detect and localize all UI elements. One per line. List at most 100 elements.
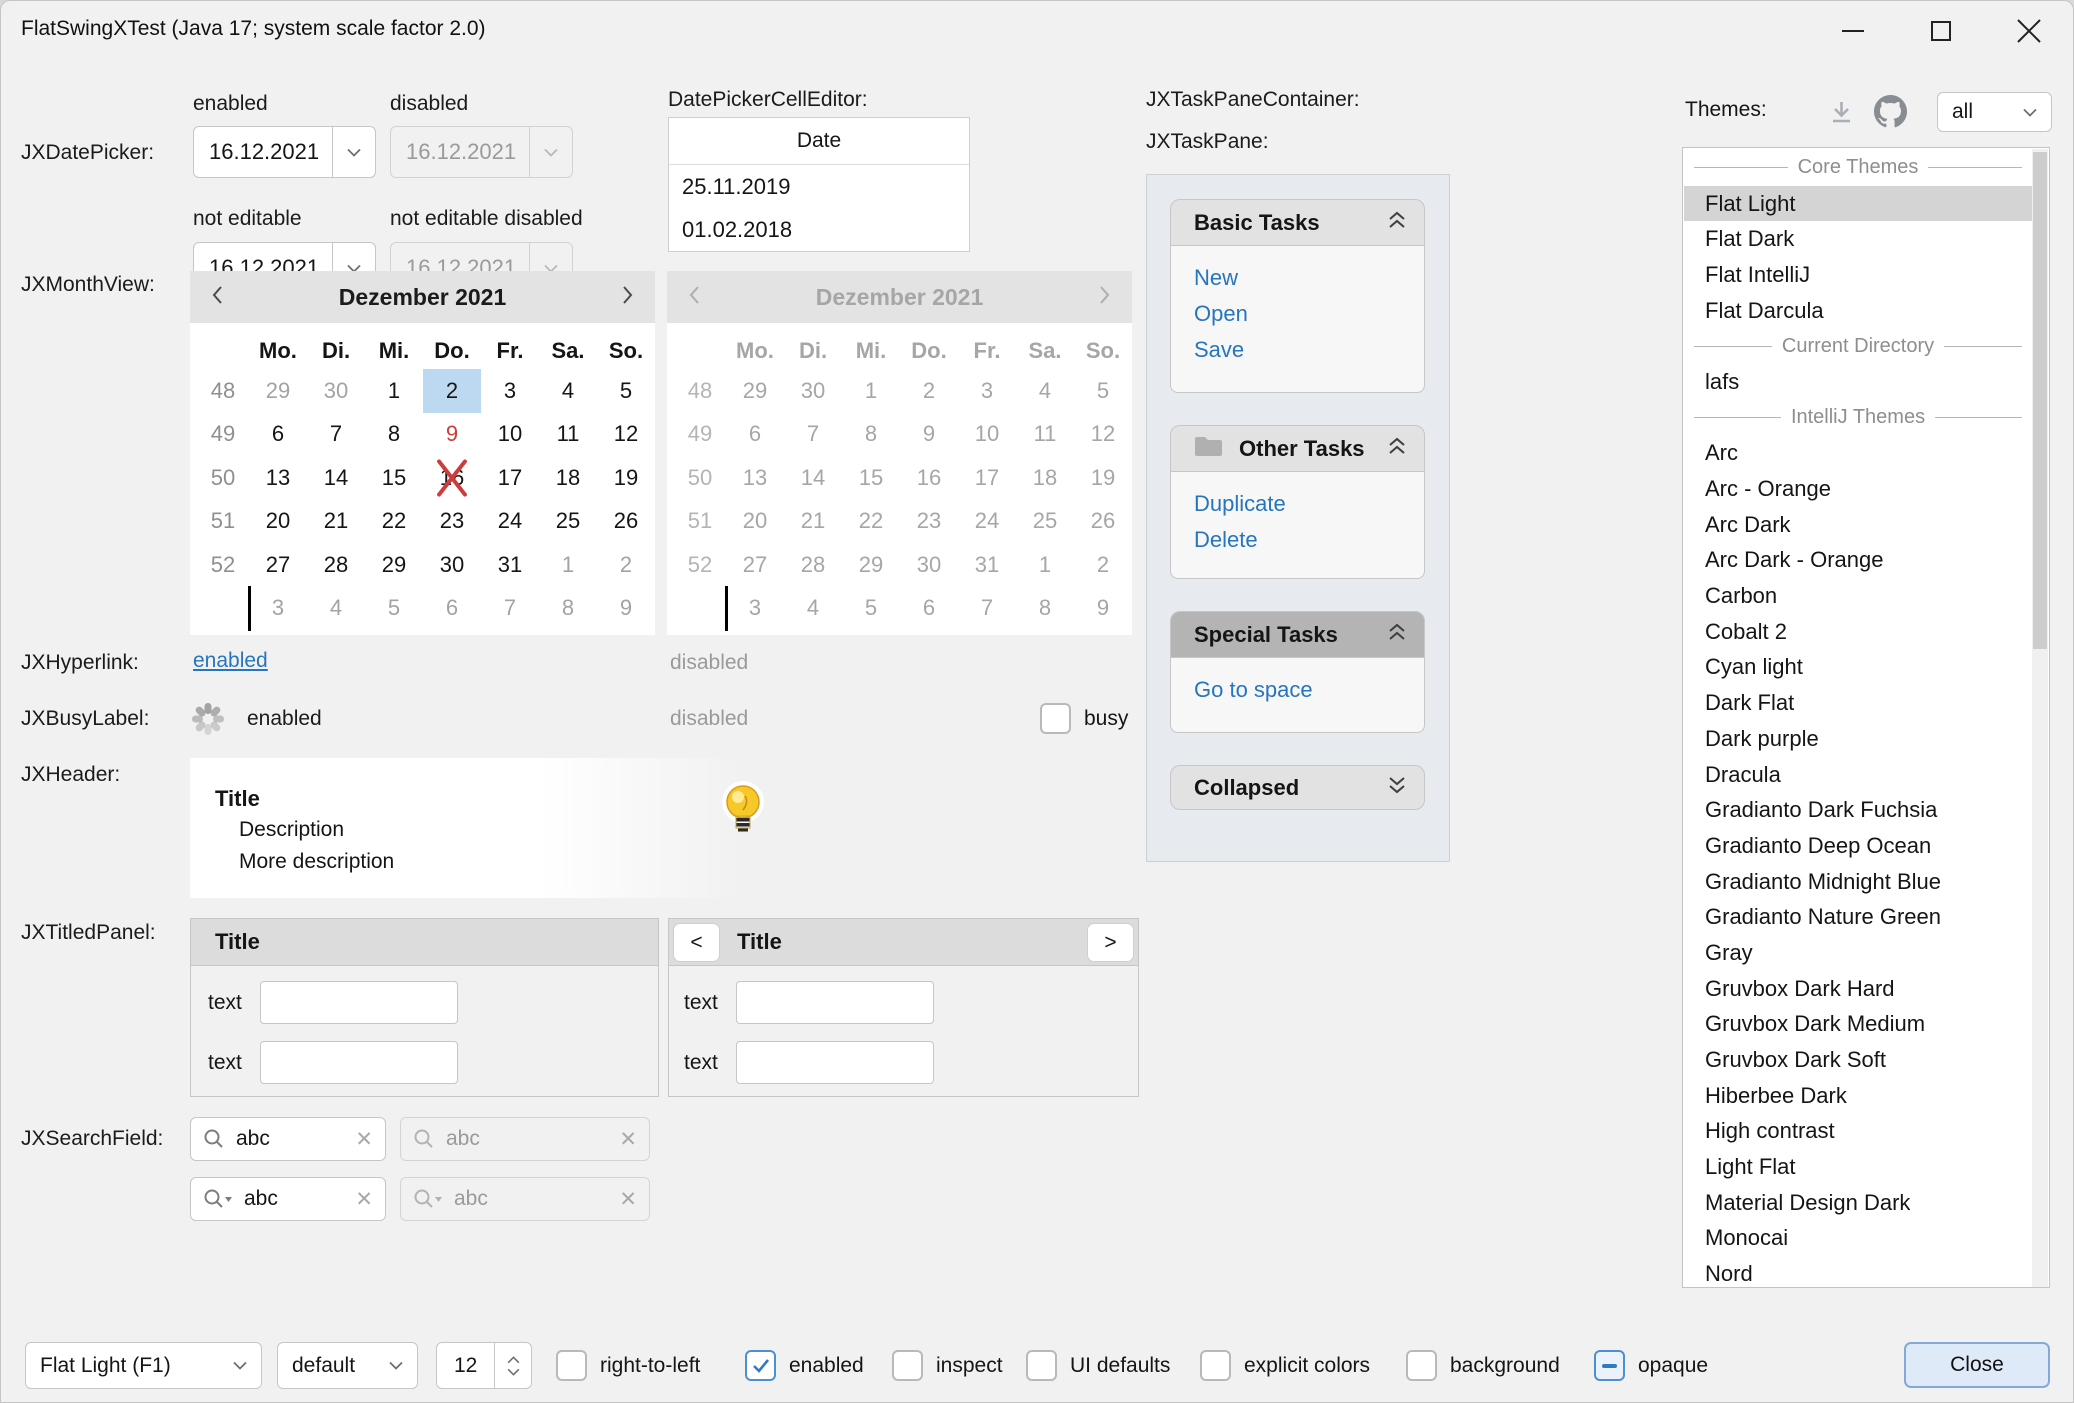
- monthview-grid[interactable]: Mo.Di.Mi.Do.Fr.Sa.So.4829301234549678910…: [190, 323, 655, 635]
- theme-list-item[interactable]: Flat Darcula: [1684, 293, 2032, 329]
- theme-list-item[interactable]: Gradianto Nature Green: [1684, 899, 2032, 935]
- theme-list-item[interactable]: Gruvbox Dark Soft: [1684, 1042, 2032, 1078]
- calendar-day[interactable]: 19: [597, 456, 655, 500]
- themes-list[interactable]: Core ThemesFlat LightFlat DarkFlat Intel…: [1682, 147, 2050, 1288]
- scrollbar-track[interactable]: [2032, 149, 2048, 1288]
- close-button[interactable]: Close: [1904, 1342, 2050, 1388]
- calendar-day[interactable]: 3: [249, 587, 307, 631]
- taskpane-header[interactable]: Special Tasks: [1170, 611, 1425, 658]
- theme-list-item[interactable]: Dark purple: [1684, 721, 2032, 757]
- taskpane-link-save[interactable]: Save: [1194, 337, 1424, 373]
- calendar-day[interactable]: 21: [307, 500, 365, 544]
- scrollbar-thumb[interactable]: [2033, 152, 2047, 649]
- checkbox-explicit-colors[interactable]: explicit colors: [1200, 1350, 1370, 1381]
- datepicker-enabled[interactable]: 16.12.2021: [193, 126, 376, 178]
- calendar-day[interactable]: 5: [365, 587, 423, 631]
- calendar-day[interactable]: 18: [539, 456, 597, 500]
- calendar-day[interactable]: 29: [365, 543, 423, 587]
- calendar-day[interactable]: 7: [307, 413, 365, 457]
- monthview-enabled[interactable]: Dezember 2021Mo.Di.Mi.Do.Fr.Sa.So.482930…: [190, 271, 655, 635]
- calendar-day[interactable]: 16: [423, 456, 481, 500]
- theme-list-item[interactable]: Nord: [1684, 1256, 2032, 1288]
- calendar-day[interactable]: 30: [423, 543, 481, 587]
- calendar-day[interactable]: 27: [249, 543, 307, 587]
- checkbox-ui-defaults[interactable]: UI defaults: [1026, 1350, 1170, 1381]
- theme-list-item[interactable]: Arc - Orange: [1684, 471, 2032, 507]
- font-size-spinner[interactable]: 12: [436, 1342, 532, 1389]
- calendar-day[interactable]: 4: [539, 369, 597, 413]
- download-icon[interactable]: [1828, 99, 1855, 126]
- calendar-day[interactable]: 12: [597, 413, 655, 457]
- close-window-button[interactable]: [1986, 0, 2072, 62]
- checkbox-box[interactable]: [1040, 703, 1071, 734]
- theme-list-item[interactable]: Flat IntelliJ: [1684, 257, 2032, 293]
- minimize-button[interactable]: [1810, 0, 1896, 62]
- calendar-day[interactable]: 8: [539, 587, 597, 631]
- double-chevron-down-icon[interactable]: [1386, 774, 1408, 801]
- hyperlink-enabled[interactable]: enabled: [193, 649, 268, 673]
- table-row[interactable]: 25.11.2019: [669, 165, 969, 208]
- calendar-day[interactable]: 1: [539, 543, 597, 587]
- calendar-day[interactable]: 20: [249, 500, 307, 544]
- text-input[interactable]: [736, 981, 934, 1024]
- theme-list-item[interactable]: Dracula: [1684, 757, 2032, 793]
- next-button[interactable]: >: [1087, 923, 1134, 962]
- theme-list-item[interactable]: Gray: [1684, 935, 2032, 971]
- search-icon[interactable]: [203, 1128, 225, 1150]
- calendar-day[interactable]: 23: [423, 500, 481, 544]
- calendar-day[interactable]: 30: [307, 369, 365, 413]
- checkbox-inspect[interactable]: inspect: [892, 1350, 1003, 1381]
- text-input[interactable]: [260, 1041, 458, 1084]
- theme-list-item[interactable]: Monocai: [1684, 1221, 2032, 1257]
- theme-list-item[interactable]: High contrast: [1684, 1114, 2032, 1150]
- taskpane-header[interactable]: Collapsed: [1170, 765, 1425, 810]
- theme-list-item[interactable]: Gruvbox Dark Hard: [1684, 971, 2032, 1007]
- calendar-day[interactable]: 6: [249, 413, 307, 457]
- taskpane-header[interactable]: Basic Tasks: [1170, 199, 1425, 246]
- calendar-day[interactable]: 9: [423, 413, 481, 457]
- chevron-left-icon[interactable]: [210, 283, 225, 312]
- checkbox-right-to-left[interactable]: right-to-left: [556, 1350, 700, 1381]
- theme-list-item[interactable]: Gradianto Midnight Blue: [1684, 864, 2032, 900]
- theme-list-item[interactable]: Dark Flat: [1684, 685, 2032, 721]
- checkbox-box[interactable]: [892, 1350, 923, 1381]
- table-row[interactable]: 01.02.2018: [669, 208, 969, 251]
- theme-list-item[interactable]: Flat Light: [1684, 186, 2032, 222]
- calendar-day[interactable]: 2: [423, 369, 481, 413]
- text-input[interactable]: [736, 1041, 934, 1084]
- font-combo[interactable]: default: [277, 1342, 418, 1389]
- taskpane-link-open[interactable]: Open: [1194, 301, 1424, 337]
- calendar-day[interactable]: 6: [423, 587, 481, 631]
- taskpane-link-duplicate[interactable]: Duplicate: [1194, 491, 1424, 527]
- checkbox-box[interactable]: [1200, 1350, 1231, 1381]
- double-chevron-up-icon[interactable]: [1386, 621, 1408, 648]
- calendar-day[interactable]: 17: [481, 456, 539, 500]
- theme-list-item[interactable]: Material Design Dark: [1684, 1185, 2032, 1221]
- theme-list-item[interactable]: Cobalt 2: [1684, 614, 2032, 650]
- checkbox-box[interactable]: [1406, 1350, 1437, 1381]
- theme-list-item[interactable]: Arc: [1684, 436, 2032, 472]
- calendar-day[interactable]: 10: [481, 413, 539, 457]
- search-dropdown-icon[interactable]: [203, 1188, 233, 1210]
- clear-icon[interactable]: ✕: [355, 1187, 373, 1212]
- calendar-day[interactable]: 8: [365, 413, 423, 457]
- theme-list-item[interactable]: Flat Dark: [1684, 221, 2032, 257]
- theme-list-item[interactable]: lafs: [1684, 364, 2032, 400]
- theme-list-item[interactable]: Carbon: [1684, 578, 2032, 614]
- chevron-right-icon[interactable]: [620, 283, 635, 312]
- text-input[interactable]: [260, 981, 458, 1024]
- taskpane-link-go-to-space[interactable]: Go to space: [1194, 677, 1424, 713]
- double-chevron-up-icon[interactable]: [1386, 435, 1408, 462]
- taskpane-link-new[interactable]: New: [1194, 265, 1424, 301]
- theme-list-item[interactable]: Hiberbee Dark: [1684, 1078, 2032, 1114]
- theme-list-item[interactable]: Gradianto Deep Ocean: [1684, 828, 2032, 864]
- calendar-day[interactable]: 1: [365, 369, 423, 413]
- calendar-day[interactable]: 31: [481, 543, 539, 587]
- calendar-day[interactable]: 24: [481, 500, 539, 544]
- calendar-day[interactable]: 26: [597, 500, 655, 544]
- taskpane-header[interactable]: Other Tasks: [1170, 425, 1425, 472]
- calendar-day[interactable]: 25: [539, 500, 597, 544]
- checkbox-enabled[interactable]: enabled: [745, 1350, 864, 1381]
- calendar-day[interactable]: 22: [365, 500, 423, 544]
- calendar-day[interactable]: 7: [481, 587, 539, 631]
